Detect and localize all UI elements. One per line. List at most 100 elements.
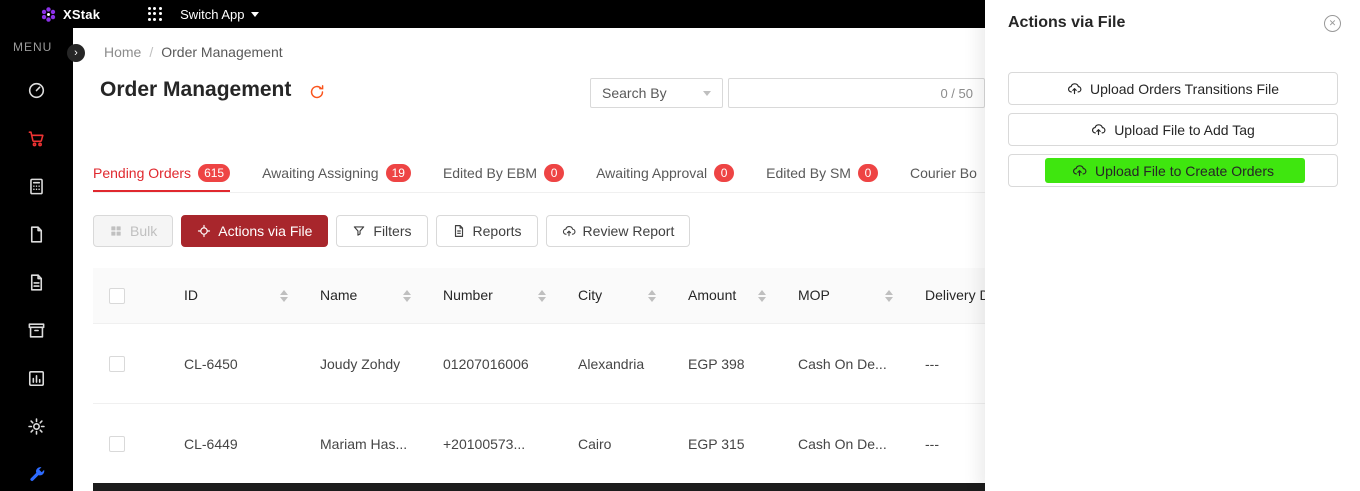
search-by-label: Search By — [602, 85, 667, 101]
sidebar: MENU — [0, 28, 73, 491]
sidebar-item-documents[interactable] — [25, 224, 49, 244]
tab-count-badge: 19 — [386, 164, 411, 182]
drawer-header: Actions via File ✕ — [985, 0, 1360, 46]
orders-table: ID Name Number City Amount MOP Delivery … — [93, 268, 985, 491]
sidebar-item-settings[interactable] — [25, 416, 49, 436]
tab-label: Awaiting Assigning — [262, 165, 378, 181]
app-root: XStak Switch App MENU — [0, 0, 1360, 491]
tab-edited-by-ebm[interactable]: Edited By EBM 0 — [443, 155, 564, 192]
cart-icon — [27, 129, 46, 148]
col-header-city[interactable]: City — [578, 286, 602, 305]
switch-app-menu[interactable]: Switch App — [180, 7, 259, 22]
col-header-delivery-date[interactable]: Delivery Date — [925, 286, 985, 305]
sort-icon[interactable] — [397, 290, 411, 302]
funnel-icon — [352, 224, 366, 238]
sort-icon[interactable] — [274, 290, 288, 302]
cell-number: 01207016006 — [427, 356, 562, 372]
cloud-upload-icon — [1072, 163, 1087, 178]
cell-delivery-date: --- — [909, 356, 985, 372]
search-by-select[interactable]: Search By — [590, 78, 723, 108]
sidebar-nav — [0, 80, 73, 484]
cell-amount: EGP 315 — [672, 436, 782, 452]
filters-button[interactable]: Filters — [336, 215, 427, 247]
xstak-flower-icon — [40, 6, 57, 23]
document-icon — [452, 224, 466, 238]
caret-down-icon — [251, 12, 259, 17]
row-checkbox[interactable] — [109, 356, 125, 372]
sidebar-item-tools[interactable] — [25, 464, 49, 484]
col-header-number[interactable]: Number — [443, 286, 493, 305]
cell-name: Joudy Zohdy — [304, 356, 427, 372]
sort-icon[interactable] — [532, 290, 546, 302]
sidebar-collapse-toggle[interactable]: › — [67, 44, 85, 62]
sidebar-item-pos[interactable] — [25, 176, 49, 196]
search-input[interactable] — [740, 85, 940, 101]
upload-orders-transitions-file-button[interactable]: Upload Orders Transitions File — [1008, 72, 1338, 105]
switch-app-label: Switch App — [180, 7, 244, 22]
cloud-upload-icon — [1091, 122, 1106, 137]
col-header-mop[interactable]: MOP — [798, 286, 830, 305]
menu-label: MENU — [0, 28, 73, 54]
tab-label: Pending Orders — [93, 165, 191, 181]
breadcrumb-home[interactable]: Home — [104, 44, 141, 60]
sort-icon[interactable] — [752, 290, 766, 302]
table-row[interactable]: CL-6449 Mariam Has... +20100573... Cairo… — [93, 404, 985, 484]
breadcrumb-current: Order Management — [161, 44, 282, 60]
cell-number: +20100573... — [427, 436, 562, 452]
table-row[interactable]: CL-6450 Joudy Zohdy 01207016006 Alexandr… — [93, 324, 985, 404]
archive-box-icon — [27, 321, 46, 340]
cell-city: Cairo — [562, 436, 672, 452]
apps-grid-icon[interactable] — [148, 7, 162, 21]
breadcrumb: Home/Order Management — [104, 44, 283, 60]
sidebar-item-dashboard[interactable] — [25, 80, 49, 100]
sidebar-item-orders[interactable] — [25, 128, 49, 148]
review-report-button[interactable]: Review Report — [546, 215, 691, 247]
col-header-name[interactable]: Name — [320, 286, 357, 305]
document-lines-icon — [27, 273, 46, 292]
bulk-button[interactable]: Bulk — [93, 215, 173, 247]
cell-name: Mariam Has... — [304, 436, 427, 452]
sort-icon[interactable] — [642, 290, 656, 302]
select-all-checkbox[interactable] — [109, 288, 125, 304]
search-box: 0 / 50 — [728, 78, 985, 108]
col-header-id[interactable]: ID — [184, 286, 198, 305]
close-icon[interactable]: ✕ — [1324, 15, 1341, 32]
horizontal-scrollbar[interactable] — [93, 483, 985, 491]
drawer-title: Actions via File — [1008, 14, 1125, 32]
refresh-icon[interactable] — [309, 84, 325, 100]
row-checkbox[interactable] — [109, 436, 125, 452]
sidebar-item-invoices[interactable] — [25, 272, 49, 292]
tab-awaiting-approval[interactable]: Awaiting Approval 0 — [596, 155, 734, 192]
chart-icon — [27, 369, 46, 388]
order-status-tabs: Pending Orders 615 Awaiting Assigning 19… — [93, 155, 985, 193]
logo-text: XStak — [63, 7, 100, 22]
drawer-body: Upload Orders Transitions File Upload Fi… — [985, 46, 1360, 187]
cell-mop: Cash On De... — [782, 356, 909, 372]
cloud-upload-icon — [1067, 81, 1082, 96]
document-icon — [27, 225, 46, 244]
actions-via-file-drawer: Actions via File ✕ Upload Orders Transit… — [985, 0, 1360, 491]
upload-file-to-add-tag-button[interactable]: Upload File to Add Tag — [1008, 113, 1338, 146]
col-header-amount[interactable]: Amount — [688, 286, 736, 305]
sidebar-item-analytics[interactable] — [25, 368, 49, 388]
cell-delivery-date: --- — [909, 436, 985, 452]
cell-amount: EGP 398 — [672, 356, 782, 372]
sidebar-item-inventory[interactable] — [25, 320, 49, 340]
wrench-icon — [27, 465, 46, 484]
tab-courier-booked[interactable]: Courier Bo — [910, 155, 977, 192]
cell-mop: Cash On De... — [782, 436, 909, 452]
actions-via-file-button[interactable]: Actions via File — [181, 215, 328, 247]
tab-pending-orders[interactable]: Pending Orders 615 — [93, 155, 230, 192]
xstak-logo[interactable]: XStak — [40, 6, 100, 23]
sort-icon[interactable] — [879, 290, 893, 302]
crosshair-target-icon — [197, 224, 211, 238]
toolbar: Bulk Actions via File Filters Reports Re… — [93, 215, 690, 247]
tab-count-badge: 0 — [544, 164, 564, 182]
tab-awaiting-assigning[interactable]: Awaiting Assigning 19 — [262, 155, 411, 192]
tab-edited-by-sm[interactable]: Edited By SM 0 — [766, 155, 878, 192]
upload-file-to-create-orders-button[interactable]: Upload File to Create Orders — [1008, 154, 1338, 187]
tab-label: Edited By SM — [766, 165, 851, 181]
reports-button[interactable]: Reports — [436, 215, 538, 247]
cloud-upload-icon — [562, 224, 576, 238]
tab-label: Awaiting Approval — [596, 165, 707, 181]
